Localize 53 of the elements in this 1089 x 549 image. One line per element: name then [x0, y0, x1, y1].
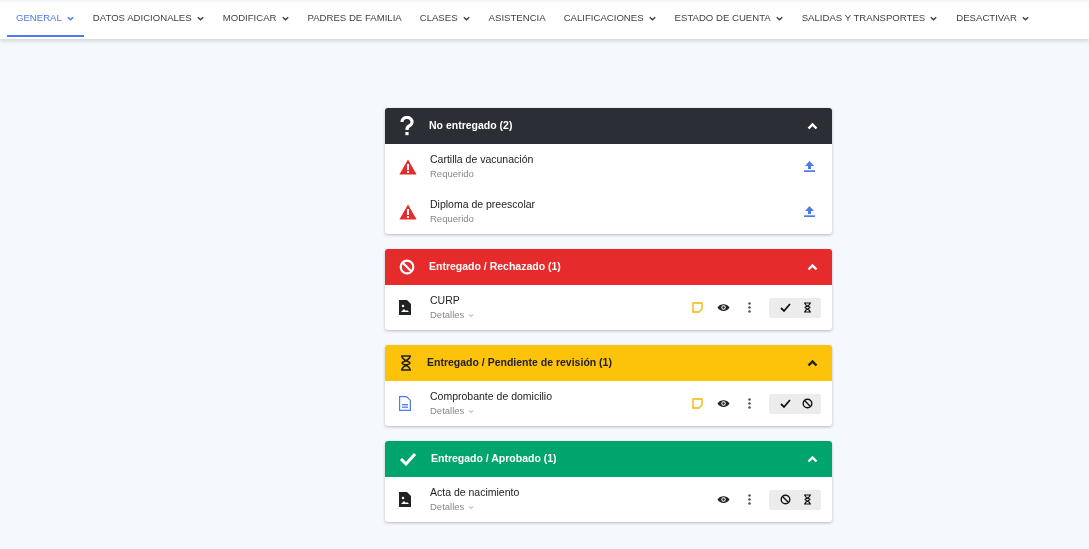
- hourglass-icon: [802, 494, 812, 505]
- dots-icon: [747, 494, 751, 505]
- sticky-note-icon: [691, 302, 703, 313]
- details-toggle[interactable]: Detalles: [430, 308, 465, 323]
- group-title: No entregado (2): [429, 118, 514, 134]
- document-status: Requerido: [430, 167, 475, 182]
- sticky-note-icon: [691, 398, 703, 409]
- check-icon: [779, 398, 791, 409]
- collapse-caret-icon[interactable]: [807, 359, 818, 367]
- nav-tab[interactable]: SALIDAS Y TRANSPORTES: [792, 2, 948, 37]
- details-toggle[interactable]: Detalles: [430, 404, 465, 419]
- document-status: Requerido: [430, 212, 475, 227]
- eye-icon: [716, 303, 730, 312]
- document-name: Cartilla de vacunación: [430, 151, 535, 167]
- document-name: Comprobante de domicilio: [430, 388, 553, 404]
- warning-icon: [399, 203, 417, 220]
- document-name: CURP: [430, 292, 461, 308]
- prohibited-icon: [779, 494, 791, 505]
- upload-icon: [803, 206, 815, 217]
- nav-tab[interactable]: PADRES DE FAMILIA: [298, 2, 411, 37]
- group-header[interactable]: No entregado (2): [385, 108, 832, 144]
- caret-icon: [468, 408, 475, 414]
- eye-icon: [716, 399, 730, 408]
- nav-tab[interactable]: DATOS ADICIONALES: [83, 2, 214, 37]
- prohibited-icon: [801, 398, 813, 409]
- warning-icon: [399, 158, 417, 175]
- check-icon: [779, 302, 791, 313]
- question-icon: [399, 116, 415, 136]
- document-name: Acta de nacimiento: [430, 484, 521, 500]
- dots-icon: [747, 302, 751, 313]
- check-icon: [399, 452, 417, 466]
- group-header[interactable]: Entregado / Pendiente de revisión (1): [385, 345, 832, 381]
- nav-tab[interactable]: ESTADO DE CUENTA: [665, 2, 793, 37]
- hourglass-icon: [399, 355, 413, 371]
- dots-icon: [747, 398, 751, 409]
- nav-tab[interactable]: MODIFICAR: [213, 2, 299, 37]
- group-header[interactable]: Entregado / Rechazado (1): [385, 249, 832, 285]
- eye-icon: [716, 495, 730, 504]
- upload-icon: [803, 161, 815, 172]
- document-name: Diploma de preescolar: [430, 196, 537, 212]
- caret-icon: [468, 504, 475, 510]
- details-toggle[interactable]: Detalles: [430, 500, 465, 515]
- nav-tab[interactable]: ASISTENCIA: [479, 2, 555, 37]
- hourglass-icon: [802, 302, 812, 313]
- nav-tab[interactable]: DESACTIVAR: [947, 2, 1039, 37]
- caret-icon: [468, 312, 475, 318]
- group-title: Entregado / Aprobado (1): [431, 451, 558, 467]
- prohibited-icon: [399, 259, 415, 275]
- group-title: Entregado / Pendiente de revisión (1): [427, 355, 613, 371]
- nav-tab[interactable]: CALIFICACIONES: [554, 2, 666, 37]
- nav-tab[interactable]: CLASES: [410, 2, 480, 37]
- group-title: Entregado / Rechazado (1): [429, 259, 562, 275]
- nav-tab[interactable]: GENERAL: [7, 2, 84, 37]
